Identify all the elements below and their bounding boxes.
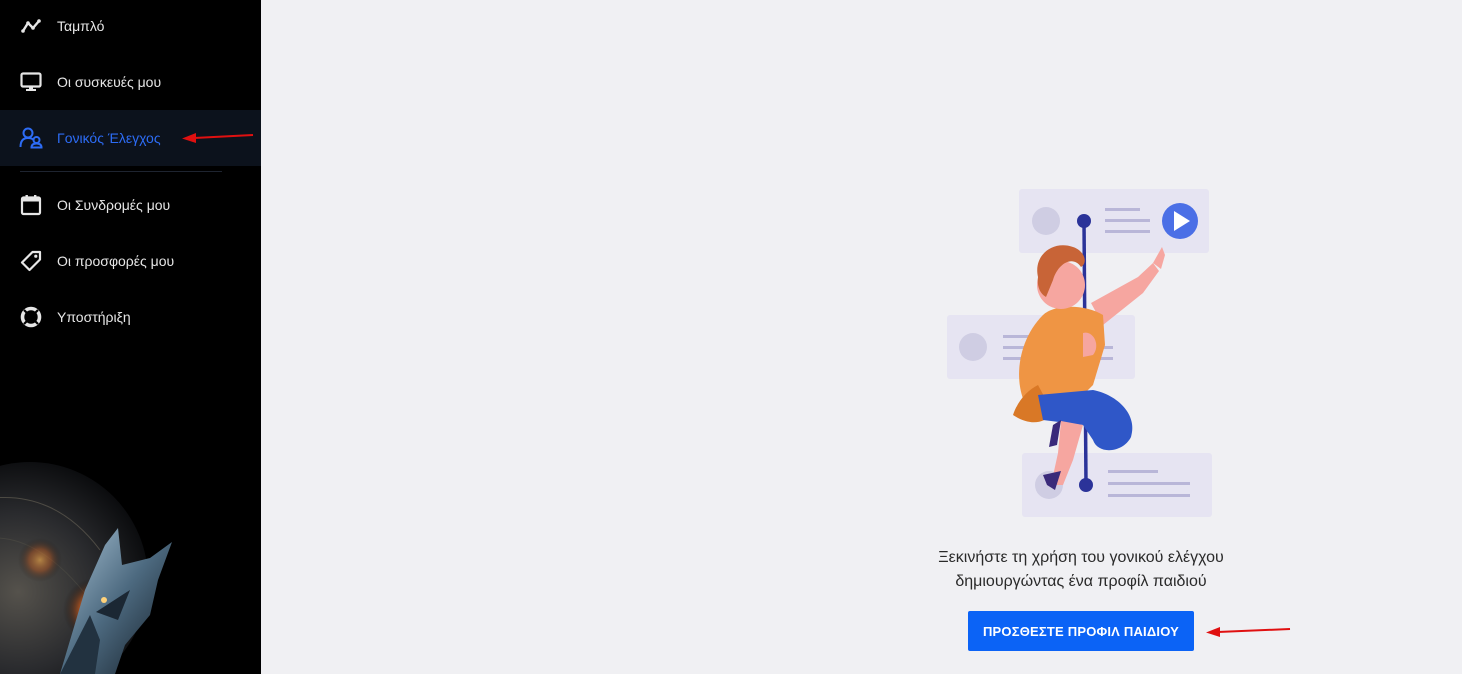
empty-state-message: Ξεκινήστε τη χρήση του γονικού ελέγχου δ… bbox=[861, 546, 1301, 594]
sidebar-item-label: Οι συσκευές μου bbox=[57, 74, 162, 90]
sidebar-item-label: Γονικός Έλεγχος bbox=[57, 130, 161, 146]
annotation-arrow-button bbox=[1206, 627, 1291, 637]
chart-line-icon bbox=[19, 14, 43, 38]
sidebar-item-subscriptions[interactable]: Οι Συνδρομές μου bbox=[0, 177, 261, 233]
tag-icon bbox=[19, 249, 43, 273]
sidebar-item-label: Ταμπλό bbox=[57, 18, 105, 34]
sidebar-item-label: Οι προσφορές μου bbox=[57, 253, 175, 269]
sidebar-divider bbox=[20, 171, 222, 172]
calendar-icon bbox=[19, 193, 43, 217]
parental-control-icon bbox=[19, 126, 43, 150]
sidebar-item-support[interactable]: Υποστήριξη bbox=[0, 289, 261, 345]
lifebuoy-icon bbox=[19, 305, 43, 329]
main-content: Ξεκινήστε τη χρήση του γονικού ελέγχου δ… bbox=[261, 0, 1462, 674]
empty-state-line-1: Ξεκινήστε τη χρήση του γονικού ελέγχου bbox=[938, 549, 1224, 566]
sidebar-item-offers[interactable]: Οι προσφορές μου bbox=[0, 233, 261, 289]
sidebar-item-devices[interactable]: Οι συσκευές μου bbox=[0, 54, 261, 110]
sidebar-item-label: Υποστήριξη bbox=[57, 309, 131, 325]
parental-control-illustration bbox=[947, 189, 1212, 517]
sidebar-item-label: Οι Συνδρομές μου bbox=[57, 197, 171, 213]
annotation-arrow-sidebar bbox=[182, 133, 254, 143]
empty-state-line-2: δημιουργώντας ένα προφίλ παιδιού bbox=[955, 573, 1207, 590]
sidebar-item-dashboard[interactable]: Ταμπλό bbox=[0, 0, 261, 54]
add-child-profile-button[interactable]: ΠΡΟΣΘΕΣΤΕ ΠΡΟΦΙΛ ΠΑΙΔΙΟΥ bbox=[968, 611, 1194, 651]
monitor-icon bbox=[19, 70, 43, 94]
sidebar-background-art bbox=[0, 462, 172, 674]
sidebar: Ταμπλό Οι συσκευές μου Γονικός Έλεγχος Ο… bbox=[0, 0, 261, 674]
